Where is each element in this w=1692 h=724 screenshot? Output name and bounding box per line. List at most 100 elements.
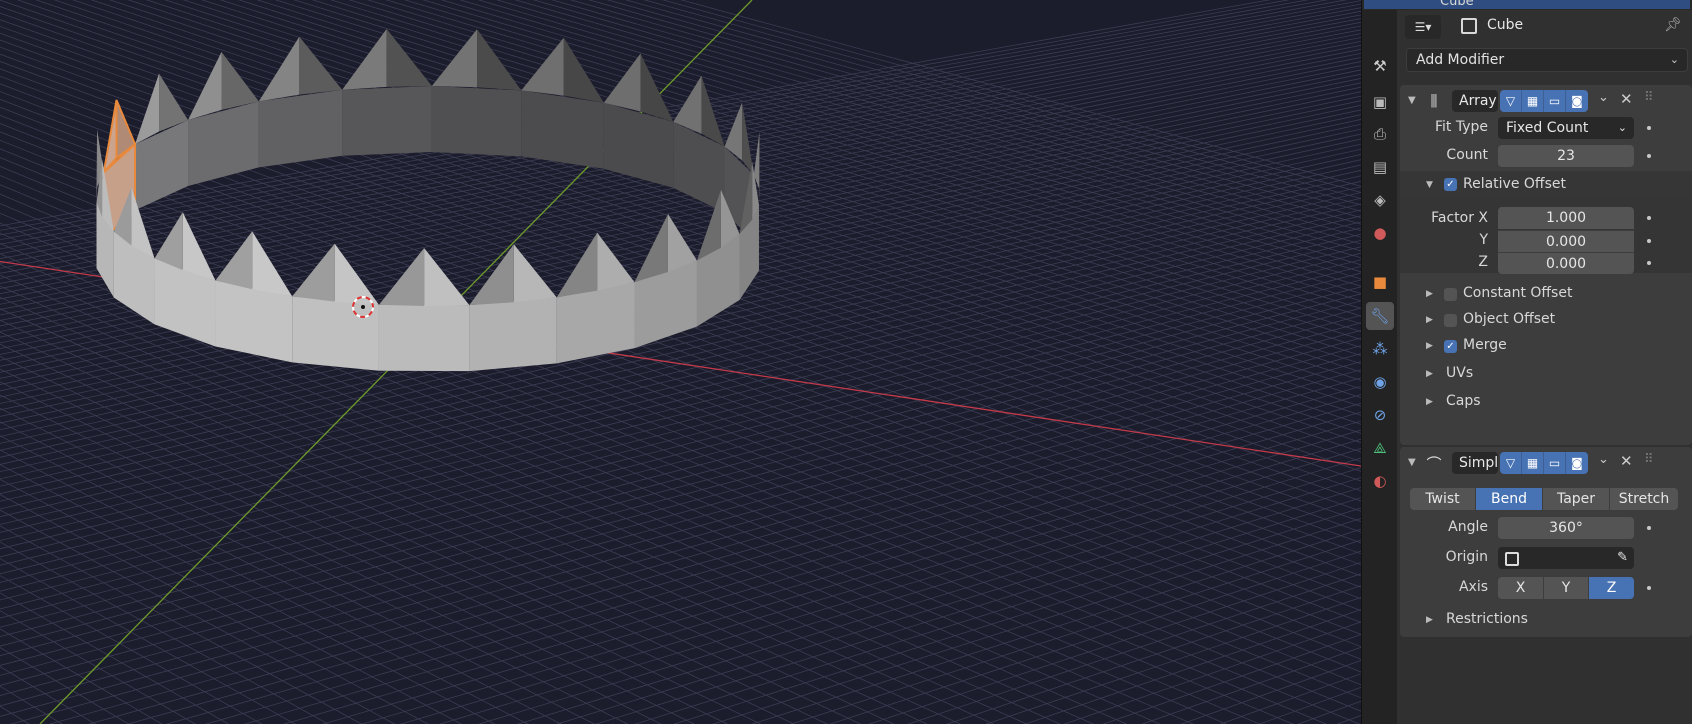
caps-subpanel[interactable]: ▶ Caps (1400, 389, 1692, 415)
angle-field[interactable]: 360° (1498, 517, 1634, 539)
object-name: Cube (1487, 17, 1524, 33)
expand-arrow-icon[interactable]: ▶ (1426, 397, 1433, 407)
mode-bend-button[interactable]: Bend (1476, 488, 1543, 510)
editor-type-button[interactable]: ☰▾ (1405, 15, 1441, 39)
expand-arrow-icon[interactable]: ▶ (1426, 341, 1433, 351)
viewport-display-icon[interactable]: ▭ (1544, 90, 1566, 112)
object-offset-subpanel[interactable]: ▶ Object Offset (1400, 307, 1692, 333)
fit-type-dropdown[interactable]: Fixed Count ⌄ (1498, 117, 1634, 139)
render-camera-icon[interactable]: ◙ (1566, 90, 1588, 112)
mode-twist-button[interactable]: Twist (1410, 488, 1476, 510)
chevron-down-icon[interactable]: ⌄ (1598, 452, 1609, 467)
edit-mode-icon[interactable]: ▦ (1522, 452, 1544, 474)
particles-icon[interactable]: ⁂ (1366, 335, 1394, 363)
constraints-icon[interactable]: ⊘ (1366, 401, 1394, 429)
world-icon[interactable]: ● (1366, 219, 1394, 247)
simple-deform-modifier-icon: ⌒ (1426, 454, 1442, 473)
expand-arrow-icon[interactable]: ▼ (1426, 180, 1433, 190)
outliner-selected-row[interactable] (1364, 0, 1690, 9)
uvs-subpanel[interactable]: ▶ UVs (1400, 361, 1692, 387)
factor-z-label: Z (1478, 254, 1488, 270)
properties-header: ☰▾ Cube 📌︎ (1397, 10, 1692, 44)
add-modifier-dropdown[interactable]: Add Modifier ⌄ (1406, 48, 1688, 72)
material-icon[interactable]: ◐ (1366, 467, 1394, 495)
factor-x-field[interactable]: 1.000 (1498, 207, 1634, 229)
expand-arrow-icon[interactable]: ▶ (1426, 615, 1433, 625)
expand-arrow-icon[interactable]: ▶ (1426, 315, 1433, 325)
origin-object-field[interactable]: ✎ (1498, 547, 1634, 569)
close-icon[interactable]: ✕ (1620, 90, 1633, 108)
drag-handle-icon[interactable]: ⠿ (1644, 452, 1654, 467)
simple-deform-modifier-header[interactable]: ▼ ⌒ Simpl ▽ ▦ ▭ ◙ ⌄ ✕ ⠿ (1400, 447, 1692, 479)
view-layer-icon[interactable]: ▤ (1366, 153, 1394, 181)
simple-deform-modifier-panel: ▼ ⌒ Simpl ▽ ▦ ▭ ◙ ⌄ ✕ ⠿ Twist Bend Taper… (1400, 447, 1692, 637)
edit-mode-icon[interactable]: ▦ (1522, 90, 1544, 112)
expand-arrow-icon[interactable]: ▶ (1426, 289, 1433, 299)
simple-deform-name-field[interactable]: Simpl (1452, 452, 1498, 474)
keyframe-dot-icon[interactable] (1647, 216, 1651, 220)
restrictions-subpanel[interactable]: ▶ Restrictions (1400, 607, 1692, 633)
modifier-icon[interactable]: 🔧︎ (1366, 302, 1394, 330)
merge-checkbox[interactable]: ✓ (1444, 340, 1457, 353)
count-field[interactable]: 23 (1498, 145, 1634, 167)
axis-x-button[interactable]: X (1498, 577, 1544, 599)
chevron-down-icon: ⌄ (1669, 53, 1679, 66)
collapse-arrow-icon[interactable]: ▼ (1408, 457, 1416, 468)
keyframe-dot-icon[interactable] (1647, 154, 1651, 158)
mode-stretch-button[interactable]: Stretch (1610, 488, 1678, 510)
object-icon[interactable]: ■ (1366, 268, 1394, 296)
factor-x-label: Factor X (1431, 210, 1488, 226)
factor-z-field[interactable]: 0.000 (1498, 252, 1634, 274)
relative-offset-checkbox[interactable]: ✓ (1444, 178, 1457, 191)
render-icon[interactable]: ▣ (1366, 88, 1394, 116)
drag-handle-icon[interactable]: ⠿ (1644, 90, 1654, 105)
axis-label: Axis (1458, 579, 1488, 595)
factor-y-field[interactable]: 0.000 (1498, 230, 1634, 252)
restrictions-label: Restrictions (1446, 611, 1528, 627)
object-cube-icon (1461, 18, 1477, 34)
fit-type-value: Fixed Count (1506, 120, 1589, 136)
count-label: Count (1446, 147, 1488, 163)
close-icon[interactable]: ✕ (1620, 452, 1633, 470)
pin-icon[interactable]: 📌︎ (1664, 17, 1682, 33)
merge-subpanel[interactable]: ▶ ✓ Merge (1400, 333, 1692, 359)
angle-label: Angle (1448, 519, 1488, 535)
keyframe-dot-icon[interactable] (1647, 586, 1651, 590)
output-icon[interactable]: ⎙ (1366, 120, 1394, 148)
keyframe-dot-icon[interactable] (1647, 239, 1651, 243)
outliner-row-label: Cube (1440, 0, 1474, 9)
tool-icon[interactable]: ⚒ (1366, 52, 1394, 80)
expand-arrow-icon[interactable]: ▶ (1426, 369, 1433, 379)
constant-offset-label: Constant Offset (1463, 285, 1573, 301)
edit-cage-icon[interactable]: ▽ (1500, 90, 1522, 112)
origin-label: Origin (1445, 549, 1488, 565)
array-modifier-name-field[interactable]: Array (1452, 90, 1498, 112)
axis-y-button[interactable]: Y (1544, 577, 1589, 599)
keyframe-dot-icon[interactable] (1647, 261, 1651, 265)
caps-label: Caps (1446, 393, 1481, 409)
scene-icon[interactable]: ◈ (1366, 186, 1394, 214)
relative-offset-label: Relative Offset (1463, 176, 1566, 192)
array-modifier-header[interactable]: ▼ ⫼ Array ▽ ▦ ▭ ◙ ⌄ ✕ ⠿ (1400, 85, 1692, 117)
mode-taper-button[interactable]: Taper (1543, 488, 1610, 510)
chevron-down-icon[interactable]: ⌄ (1598, 90, 1609, 105)
edit-cage-icon[interactable]: ▽ (1500, 452, 1522, 474)
array-modifier-panel: ▼ ⫼ Array ▽ ▦ ▭ ◙ ⌄ ✕ ⠿ Fit Type Fixed C… (1400, 85, 1692, 445)
keyframe-dot-icon[interactable] (1647, 526, 1651, 530)
render-camera-icon[interactable]: ◙ (1566, 452, 1588, 474)
physics-icon[interactable]: ◉ (1366, 368, 1394, 396)
eyedropper-icon[interactable]: ✎ (1617, 547, 1628, 569)
object-offset-checkbox[interactable] (1444, 314, 1457, 327)
axis-z-button[interactable]: Z (1589, 577, 1634, 599)
constant-offset-subpanel[interactable]: ▶ Constant Offset (1400, 281, 1692, 307)
viewport-canvas[interactable] (0, 0, 1361, 724)
factor-y-label: Y (1479, 232, 1488, 248)
viewport-display-icon[interactable]: ▭ (1544, 452, 1566, 474)
keyframe-dot-icon[interactable] (1647, 126, 1651, 130)
constant-offset-checkbox[interactable] (1444, 288, 1457, 301)
outliner-strip[interactable]: Cube (1362, 0, 1692, 10)
data-icon[interactable]: ⟁ (1366, 434, 1394, 462)
collapse-arrow-icon[interactable]: ▼ (1408, 95, 1416, 106)
relative-offset-subheader[interactable]: ▼ ✓ Relative Offset (1400, 171, 1692, 197)
3d-viewport[interactable] (0, 0, 1361, 724)
